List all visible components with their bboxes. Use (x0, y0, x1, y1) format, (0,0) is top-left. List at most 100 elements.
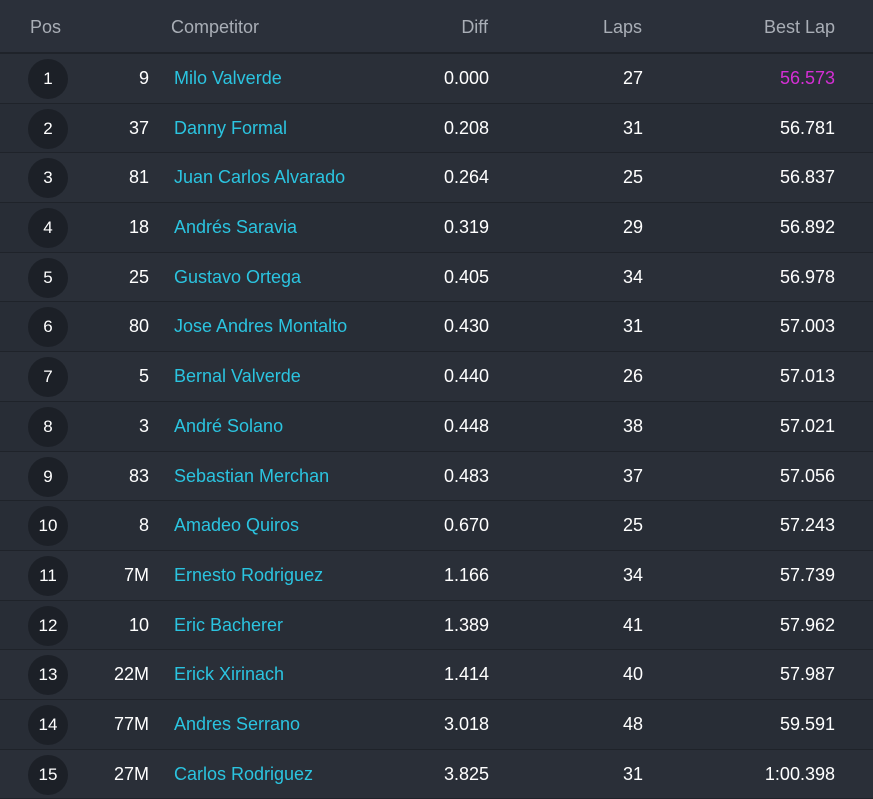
table-row[interactable]: 6 80 Jose Andres Montalto 0.430 31 57.003 (0, 302, 873, 353)
laps-value: 25 (622, 167, 643, 188)
position-badge: 13 (28, 655, 68, 696)
table-row[interactable]: 9 83 Sebastian Merchan 0.483 37 57.056 (0, 451, 873, 502)
position-badge: 7 (28, 357, 68, 398)
best-lap-value: 56.781 (779, 117, 835, 138)
competitor-number: 3 (138, 415, 149, 436)
diff-value: 0.448 (443, 415, 489, 436)
competitor-number: 37 (128, 117, 149, 138)
position-badge: 14 (28, 704, 68, 745)
competitor-number: 18 (128, 217, 149, 238)
competitor-number: 81 (128, 167, 149, 188)
best-lap-value: 1:00.398 (764, 763, 835, 784)
diff-value: 1.389 (443, 614, 489, 635)
competitor-number: 77M (113, 713, 149, 734)
position-badge: 2 (28, 108, 68, 149)
laps-value: 37 (622, 465, 643, 486)
laps-value: 29 (622, 217, 643, 238)
diff-value: 0.000 (443, 68, 489, 88)
position-badge: 15 (28, 754, 68, 795)
laps-value: 41 (622, 614, 643, 635)
table-row[interactable]: 10 8 Amadeo Quiros 0.670 25 57.243 (0, 501, 873, 551)
best-lap-value: 57.243 (779, 515, 835, 536)
table-row[interactable]: 13 22M Erick Xirinach 1.414 40 57.987 (0, 650, 873, 700)
competitor-name-link[interactable]: Danny Formal (174, 118, 287, 139)
best-lap-value: 56.978 (779, 266, 835, 287)
competitor-name-link[interactable]: Jose Andres Montalto (174, 316, 347, 337)
header-pos[interactable]: Pos (30, 17, 61, 38)
position-badge: 12 (28, 605, 68, 646)
position-badge: 8 (28, 406, 68, 447)
best-lap-value: 57.056 (779, 465, 835, 486)
results-table: Pos Competitor Diff Laps Best Lap 1 9 Milo… (0, 0, 873, 799)
table-body: 1 9 Milo Valverde 0.000 27 56.573 2 37 Danny For… (0, 54, 873, 799)
competitor-name-link[interactable]: Juan Carlos Alvarado (174, 167, 345, 188)
best-lap-value: 57.013 (779, 366, 835, 387)
competitor-name-link[interactable]: Bernal Valverde (174, 366, 301, 387)
position-badge: 5 (28, 257, 68, 298)
diff-value: 0.670 (443, 515, 489, 536)
laps-value: 34 (622, 564, 643, 585)
competitor-number: 7M (123, 564, 149, 585)
diff-value: 0.430 (443, 316, 489, 337)
best-lap-value: 57.739 (779, 564, 835, 585)
laps-value: 34 (622, 266, 643, 287)
diff-value: 0.264 (443, 167, 489, 188)
competitor-number: 25 (128, 266, 149, 287)
competitor-name-link[interactable]: Erick Xirinach (174, 664, 284, 685)
competitor-number: 5 (138, 366, 149, 387)
best-lap-value: 57.003 (779, 316, 835, 337)
competitor-name-link[interactable]: Sebastian Merchan (174, 466, 329, 487)
competitor-number: 83 (128, 465, 149, 486)
competitor-name-link[interactable]: Amadeo Quiros (174, 515, 299, 536)
competitor-name-link[interactable]: Ernesto Rodriguez (174, 565, 323, 586)
competitor-name-link[interactable]: Andrés Saravia (174, 217, 297, 238)
position-badge: 4 (28, 208, 68, 249)
best-lap-value: 59.591 (779, 713, 835, 734)
laps-value: 26 (622, 366, 643, 387)
header-competitor[interactable]: Competitor (171, 17, 259, 38)
table-row[interactable]: 5 25 Gustavo Ortega 0.405 34 56.978 (0, 252, 873, 303)
table-row[interactable]: 8 3 André Solano 0.448 38 57.021 (0, 401, 873, 452)
header-diff[interactable]: Diff (461, 17, 488, 38)
position-badge: 10 (28, 506, 68, 547)
laps-value: 31 (622, 316, 643, 337)
competitor-name-link[interactable]: Gustavo Ortega (174, 267, 301, 288)
laps-value: 38 (622, 415, 643, 436)
table-row[interactable]: 1 9 Milo Valverde 0.000 27 56.573 (0, 54, 873, 104)
competitor-number: 80 (128, 316, 149, 337)
diff-value: 1.166 (443, 564, 489, 585)
header-best-lap[interactable]: Best Lap (764, 17, 835, 38)
best-lap-value: 57.962 (779, 614, 835, 635)
diff-value: 0.405 (443, 266, 489, 287)
table-row[interactable]: 3 81 Juan Carlos Alvarado 0.264 25 56.837 (0, 153, 873, 204)
table-row[interactable]: 12 10 Eric Bacherer 1.389 41 57.962 (0, 600, 873, 651)
table-row[interactable]: 11 7M Ernesto Rodriguez 1.166 34 57.739 (0, 550, 873, 601)
competitor-number: 8 (138, 515, 149, 536)
competitor-number: 27M (113, 763, 149, 784)
competitor-name-link[interactable]: Milo Valverde (174, 68, 282, 89)
competitor-name-link[interactable]: André Solano (174, 416, 283, 437)
laps-value: 27 (622, 68, 643, 88)
competitor-name-link[interactable]: Carlos Rodriguez (174, 764, 313, 785)
table-row[interactable]: 2 37 Danny Formal 0.208 31 56.781 (0, 103, 873, 154)
competitor-number: 22M (113, 664, 149, 685)
position-badge: 1 (28, 59, 68, 99)
competitor-number: 9 (138, 68, 149, 88)
laps-value: 31 (622, 117, 643, 138)
table-row[interactable]: 4 18 Andrés Saravia 0.319 29 56.892 (0, 203, 873, 253)
diff-value: 1.414 (443, 664, 489, 685)
best-lap-value: 57.987 (779, 664, 835, 685)
competitor-name-link[interactable]: Eric Bacherer (174, 615, 283, 636)
table-row[interactable]: 14 77M Andres Serrano 3.018 48 59.591 (0, 699, 873, 750)
header-laps[interactable]: Laps (603, 17, 642, 38)
laps-value: 40 (622, 664, 643, 685)
table-row[interactable]: 7 5 Bernal Valverde 0.440 26 57.013 (0, 352, 873, 402)
best-lap-value: 57.021 (779, 415, 835, 436)
diff-value: 0.319 (443, 217, 489, 238)
competitor-name-link[interactable]: Andres Serrano (174, 714, 300, 735)
position-badge: 11 (28, 555, 68, 596)
table-row[interactable]: 15 27M Carlos Rodriguez 3.825 31 1:00.398 (0, 749, 873, 799)
laps-value: 48 (622, 713, 643, 734)
table-header: Pos Competitor Diff Laps Best Lap (0, 0, 873, 54)
diff-value: 0.440 (443, 366, 489, 387)
